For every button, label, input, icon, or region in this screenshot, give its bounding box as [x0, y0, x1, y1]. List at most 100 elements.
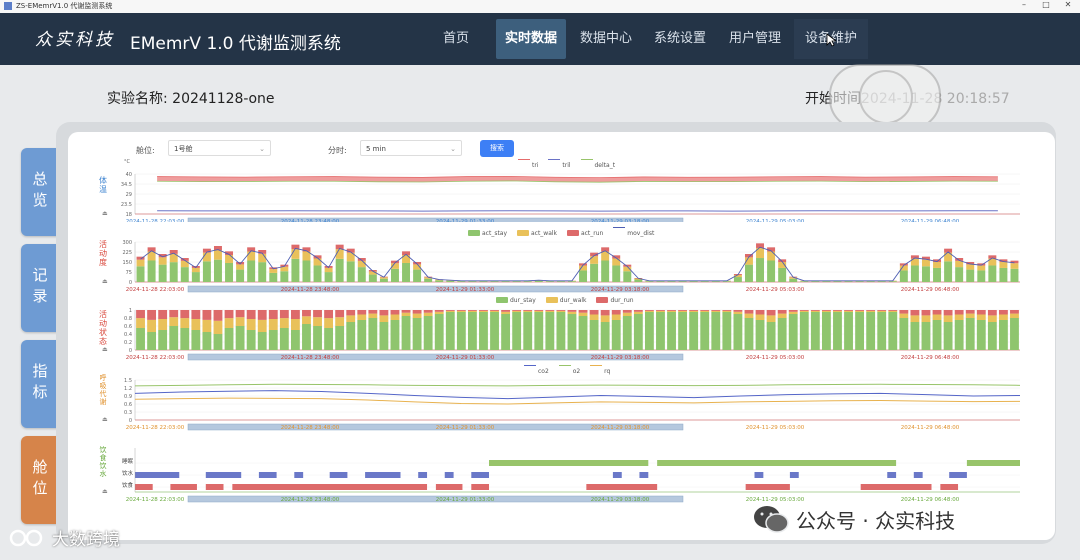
dur-walk-bar — [600, 315, 610, 322]
nav-system-settings[interactable]: 系统设置 — [646, 19, 714, 59]
nav-user-management[interactable]: 用户管理 — [720, 19, 790, 59]
dur-stay-bar — [202, 332, 212, 350]
dur-walk-bar — [965, 313, 975, 318]
cabin-select[interactable]: 1号舱 ⌄ — [168, 140, 271, 156]
dur-walk-bar — [633, 311, 643, 314]
legend-dur-run: dur_run — [596, 297, 634, 304]
act-stay-bar — [910, 265, 919, 282]
minimize-button[interactable]: – — [1018, 0, 1030, 9]
maximize-button[interactable]: □ — [1040, 0, 1052, 9]
act-stay-bar — [446, 280, 455, 282]
nav-realtime[interactable]: 实时数据 — [496, 19, 566, 59]
dur-walk-bar — [656, 310, 665, 312]
dur-run-bar — [644, 310, 654, 311]
act-stay-bar — [722, 281, 731, 282]
dur-run-bar — [722, 310, 732, 311]
nav-home[interactable]: 首页 — [432, 19, 480, 59]
dur-walk-bar — [467, 310, 477, 312]
act-walk-bar — [977, 265, 986, 271]
x-tick-label: 2024-11-29 05:03:00 — [746, 497, 805, 503]
drink-block — [258, 472, 277, 478]
dur-stay-bar — [434, 314, 444, 350]
act-stay-bar — [711, 281, 720, 282]
act-walk-bar — [236, 264, 245, 270]
y-tick-label: 0 — [129, 280, 132, 286]
act-stay-bar — [601, 260, 610, 282]
save-image-icon: ⏏ — [102, 346, 108, 353]
dur-run-bar — [501, 310, 511, 312]
drink-block — [471, 472, 489, 478]
dur-run-bar — [899, 310, 909, 314]
dur-run-bar — [998, 310, 1008, 315]
act-stay-bar — [523, 281, 532, 282]
y-tick-label: 23.5 — [121, 202, 132, 208]
dur-walk-bar — [324, 318, 334, 328]
dur-stay-bar — [268, 330, 278, 350]
dur-run-bar — [600, 310, 610, 316]
dur-run-bar — [611, 310, 621, 315]
dur-stay-bar — [855, 312, 865, 350]
series-line-o2 — [134, 383, 1021, 387]
cabin-label: 舱位: — [136, 146, 155, 155]
dur-walk-bar — [490, 310, 499, 312]
interval-label: 分时: — [328, 146, 347, 155]
dur-stay-bar — [490, 312, 499, 350]
dur-walk-bar — [434, 311, 444, 314]
act-walk-bar — [933, 262, 942, 268]
sidebar-tab-cabin[interactable]: 舱位 — [21, 436, 59, 524]
search-button[interactable]: 搜索 — [480, 140, 514, 157]
dur-walk-bar — [556, 310, 566, 312]
dur-stay-bar — [169, 326, 179, 350]
y-tick-label: 0.9 — [124, 394, 132, 400]
activity-plot: 300 225 150 75 0 ⏏ 2024-11-28 22:03:00 2024-11-… — [102, 240, 1020, 293]
dur-stay-bar — [279, 328, 289, 350]
act-stay-bar — [789, 278, 798, 282]
dur-stay-bar — [633, 314, 643, 350]
act-stay-bar — [291, 258, 300, 282]
dur-walk-bar — [998, 314, 1008, 320]
y-tick-label: 0.6 — [124, 324, 132, 330]
dur-run-bar — [202, 310, 212, 320]
act-walk-bar — [158, 257, 167, 265]
dur-stay-bar — [302, 324, 311, 350]
sidebar-tab-records[interactable]: 记录 — [21, 244, 59, 332]
dur-run-bar — [656, 310, 665, 311]
dur-walk-bar — [567, 311, 577, 314]
dur-stay-bar — [479, 312, 488, 350]
act-stay-bar — [147, 260, 156, 282]
dur-run-bar — [290, 310, 300, 319]
dur-walk-bar — [788, 311, 798, 314]
dur-walk-bar — [246, 319, 256, 330]
act-stay-bar — [424, 278, 433, 282]
legend-dur-walk: dur_walk — [545, 297, 587, 304]
dur-walk-bar — [644, 310, 654, 312]
y-tick-label: 1.2 — [124, 386, 132, 392]
dur-run-bar — [224, 310, 234, 319]
act-stay-bar — [623, 271, 632, 282]
act-stay-bar — [512, 281, 521, 282]
x-tick-label: 2024-11-29 05:03:00 — [746, 287, 805, 293]
interval-select[interactable]: 5 min ⌄ — [360, 140, 462, 156]
dur-stay-bar — [866, 312, 876, 350]
dur-walk-bar — [700, 310, 710, 312]
series-line-rq — [134, 397, 1021, 405]
close-button[interactable]: ✕ — [1062, 0, 1074, 9]
sidebar-tab-overview[interactable]: 总览 — [21, 148, 59, 236]
y-tick-label: 18 — [126, 212, 132, 218]
nav-data-center[interactable]: 数据中心 — [572, 19, 640, 59]
dur-walk-bar — [921, 315, 931, 322]
dur-stay-bar — [910, 322, 920, 350]
dur-walk-bar — [766, 315, 776, 322]
y-tick-label: 1 — [129, 308, 132, 314]
dur-stay-bar — [689, 312, 699, 350]
dur-run-bar — [921, 310, 931, 316]
x-tick-label: 2024-11-29 06:48:00 — [901, 355, 960, 361]
act-stay-bar — [191, 272, 200, 282]
dur-run-bar — [700, 310, 710, 311]
dur-walk-bar — [855, 310, 865, 312]
dur-walk-bar — [501, 311, 511, 314]
sidebar-tab-metrics[interactable]: 指标 — [21, 340, 59, 428]
y-tick-label: 34.5 — [121, 182, 132, 188]
dur-walk-bar — [235, 317, 245, 326]
act-stay-bar — [180, 267, 189, 282]
